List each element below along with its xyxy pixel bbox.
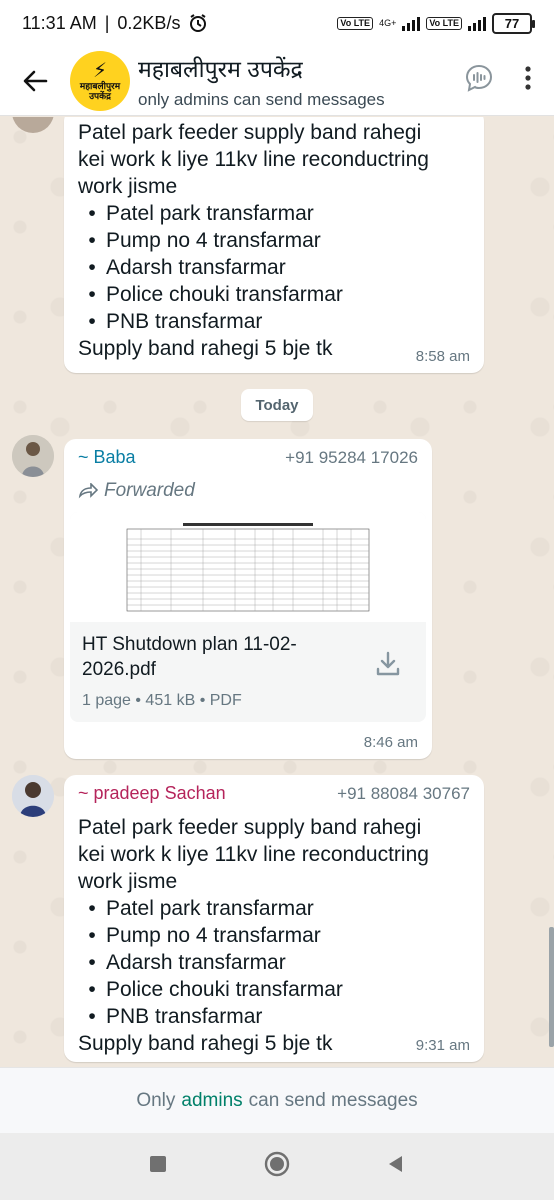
- status-time: 11:31 AM: [22, 12, 97, 33]
- waveform-chat-icon: [465, 64, 493, 92]
- group-info[interactable]: महाबलीपुरम उपकेंद्र only admins can send…: [138, 52, 385, 110]
- volte-icon-2: Vo LTE: [426, 16, 462, 30]
- list-item: • Patel park transfarmar: [88, 897, 314, 920]
- forwarded-icon: [78, 483, 98, 499]
- message-text-line: Patel park feeder supply band rahegi: [78, 121, 422, 144]
- kebab-menu-icon: [525, 66, 531, 90]
- message-text-line: kei work k liye 11kv line reconductring: [78, 843, 429, 866]
- bullet-list: • Patel park transfarmar • Pump no 4 trans…: [78, 895, 470, 1030]
- group-subtitle: only admins can send messages: [138, 89, 385, 109]
- battery-icon: 77: [492, 12, 535, 34]
- banner-suffix: can send messages: [248, 1089, 418, 1111]
- network-type-label: 4G+: [379, 17, 397, 28]
- list-item: • PNB transfarmar: [88, 310, 263, 333]
- list-item: • PNB transfarmar: [88, 1005, 263, 1028]
- admins-link[interactable]: admins: [181, 1090, 242, 1112]
- message-time: 8:46 am: [363, 734, 418, 751]
- voice-chat-button[interactable]: [464, 63, 494, 98]
- chat-area[interactable]: Patel park feeder supply band rahegi kei…: [0, 117, 554, 1067]
- avatar[interactable]: [12, 435, 54, 477]
- list-item: • Adarsh transfarmar: [88, 256, 286, 279]
- status-separator: |: [104, 12, 110, 33]
- document-meta: 1 page • 451 kB • PDF: [82, 692, 242, 709]
- document-preview[interactable]: [70, 512, 426, 622]
- chat-header: ⚡ महाबलीपुरम उपकेंद्र महाबलीपुरम उपकेंद्…: [0, 46, 554, 116]
- home-button[interactable]: [263, 1150, 291, 1183]
- sender-phone: +91 88084 30767: [337, 783, 470, 803]
- message-text-line: Patel park feeder supply band rahegi: [78, 816, 422, 839]
- message-text-line: work jisme: [78, 175, 178, 198]
- list-item: • Adarsh transfarmar: [88, 951, 286, 974]
- message-time: 9:31 am: [415, 1037, 470, 1054]
- alarm-icon: [188, 13, 208, 33]
- more-options-button[interactable]: [524, 65, 532, 96]
- forwarded-label: Forwarded: [78, 480, 418, 502]
- recents-button[interactable]: [148, 1154, 168, 1179]
- signal-icon: [402, 15, 421, 31]
- admins-only-banner: Only admins can send messages: [0, 1067, 554, 1133]
- document-name: HT Shutdown plan 11-02-2026.pdf: [82, 634, 297, 680]
- sender-phone: +91 95284 17026: [285, 447, 418, 467]
- recents-square-icon: [149, 1156, 166, 1172]
- list-item: • Pump no 4 transfarmar: [88, 924, 321, 947]
- back-nav-button[interactable]: [386, 1154, 406, 1179]
- lightning-icon: ⚡: [92, 59, 108, 82]
- status-speed: 0.2KB/s: [117, 12, 181, 33]
- message-bubble[interactable]: ~ Baba +91 95284 17026 Forwarded HT Shut…: [64, 439, 432, 759]
- home-circle-icon: [264, 1151, 290, 1177]
- list-item: • Police chouki transfarmar: [88, 978, 343, 1001]
- volte-icon: Vo LTE: [337, 16, 374, 30]
- avatar-person-image: [12, 775, 54, 817]
- list-item: • Patel park transfarmar: [88, 202, 314, 225]
- message-text-line: kei work k liye 11kv line reconductring: [78, 148, 429, 171]
- message-bubble[interactable]: ~ pradeep Sachan +91 88084 30767 Patel p…: [64, 775, 484, 1062]
- sender-name[interactable]: ~ Baba: [78, 447, 136, 468]
- message-text-line: work jisme: [78, 870, 178, 893]
- signal-icon-2: [468, 15, 486, 31]
- date-divider: Today: [241, 389, 313, 421]
- message-time: 8:58 am: [415, 348, 470, 365]
- avatar[interactable]: [12, 775, 54, 817]
- document-attachment[interactable]: HT Shutdown plan 11-02-2026.pdf 1 page •…: [70, 512, 426, 722]
- scrollbar[interactable]: [549, 927, 554, 1047]
- system-nav-bar: [0, 1133, 554, 1200]
- message-text-line: Supply band rahegi 5 bje tk: [78, 337, 333, 360]
- list-item: • Pump no 4 transfarmar: [88, 229, 321, 252]
- group-title: महाबलीपुरम उपकेंद्र: [138, 55, 303, 82]
- back-button[interactable]: [0, 46, 70, 116]
- sender-name[interactable]: ~ pradeep Sachan: [78, 783, 226, 804]
- message-bubble[interactable]: Patel park feeder supply band rahegi kei…: [64, 117, 484, 373]
- list-item: • Police chouki transfarmar: [88, 283, 343, 306]
- message-text-line: Supply band rahegi 5 bje tk: [78, 1032, 333, 1055]
- download-icon: [376, 651, 400, 676]
- avatar[interactable]: [12, 117, 54, 133]
- status-bar: 11:31 AM | 0.2KB/s Vo LTE 4G+ Vo LTE 77: [0, 0, 554, 46]
- group-avatar-logo-text: महाबलीपुरम उपकेंद्र: [79, 80, 121, 101]
- back-triangle-icon: [389, 1156, 403, 1172]
- download-button[interactable]: [374, 650, 402, 683]
- group-avatar[interactable]: ⚡ महाबलीपुरम उपकेंद्र: [70, 50, 130, 111]
- banner-prefix: Only: [136, 1089, 176, 1111]
- back-arrow-icon: [23, 70, 48, 91]
- avatar-person-image: [12, 435, 54, 477]
- bullet-list: • Patel park transfarmar • Pump no 4 trans…: [78, 200, 470, 335]
- document-thumbnail-image: [123, 519, 373, 615]
